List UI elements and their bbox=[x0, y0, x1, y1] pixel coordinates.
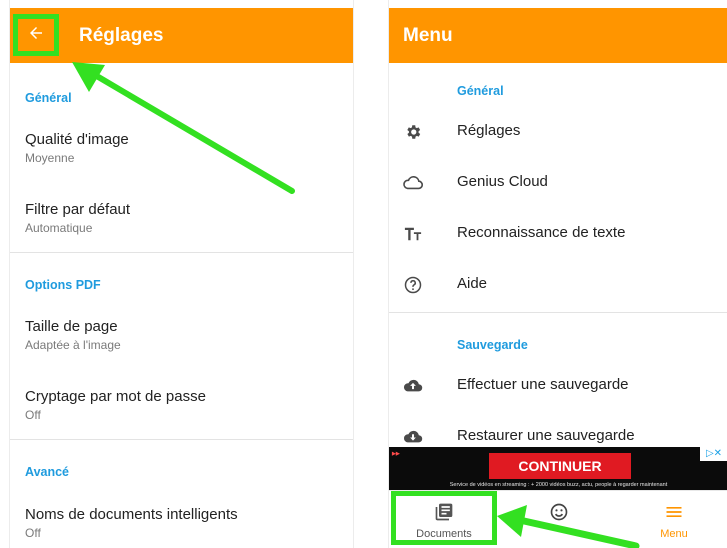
page-title: Menu bbox=[403, 25, 453, 46]
gear-icon bbox=[401, 120, 425, 144]
help-icon bbox=[401, 273, 425, 297]
pref-default-filter[interactable]: Filtre par défaut Automatique bbox=[25, 201, 343, 235]
smiley-icon bbox=[504, 502, 614, 522]
menu-item-label: Genius Cloud bbox=[457, 173, 548, 190]
documents-highlight-box bbox=[391, 491, 497, 545]
menu-item-make-backup[interactable]: Effectuer une sauvegarde bbox=[389, 364, 727, 408]
menu-item-label: Restaurer une sauvegarde bbox=[457, 427, 635, 444]
pref-page-size[interactable]: Taille de page Adaptée à l'image bbox=[25, 318, 343, 352]
menu-app-bar: Menu bbox=[389, 8, 727, 63]
menu-item-label: Reconnaissance de texte bbox=[457, 224, 626, 241]
menu-item-settings[interactable]: Réglages bbox=[389, 110, 727, 154]
menu-item-text-recognition[interactable]: Reconnaissance de texte bbox=[389, 212, 727, 256]
cloud-icon bbox=[401, 171, 425, 195]
nav-menu[interactable]: Menu bbox=[619, 491, 727, 548]
menu-screen: Menu Général Réglages Genius Cloud Recon… bbox=[388, 0, 727, 548]
nav-smiley[interactable] bbox=[504, 491, 614, 548]
divider bbox=[10, 252, 353, 253]
nav-label: Menu bbox=[660, 528, 688, 540]
ad-fineprint: Service de vidéos en streaming : + 2000 … bbox=[449, 482, 668, 488]
pref-title: Taille de page bbox=[25, 318, 118, 335]
pref-title: Cryptage par mot de passe bbox=[25, 388, 206, 405]
menu-item-label: Réglages bbox=[457, 122, 521, 139]
pref-title: Noms de documents intelligents bbox=[25, 506, 238, 523]
text-recognition-icon bbox=[401, 222, 425, 246]
menu-item-label: Effectuer une sauvegarde bbox=[457, 376, 629, 393]
pref-value: Moyenne bbox=[25, 151, 75, 165]
ad-banner[interactable]: ▶▶ CONTINUER Service de vidéos en stream… bbox=[389, 447, 727, 490]
pref-value: Off bbox=[25, 526, 41, 540]
cloud-upload-icon bbox=[401, 374, 425, 398]
pref-title: Filtre par défaut bbox=[25, 201, 131, 218]
settings-app-bar: Réglages bbox=[10, 8, 353, 63]
ad-choices-icon[interactable]: ▷✕ bbox=[700, 447, 727, 461]
pref-value: Automatique bbox=[25, 221, 93, 235]
page-title: Réglages bbox=[79, 25, 164, 46]
settings-screen: Réglages Général Qualité d'image Moyenne… bbox=[9, 0, 354, 548]
ad-logo: ▶▶ bbox=[392, 451, 400, 457]
pref-password-encryption[interactable]: Cryptage par mot de passe Off bbox=[25, 388, 343, 422]
section-label-pdf-options: Options PDF bbox=[25, 278, 101, 292]
cloud-download-icon bbox=[401, 425, 425, 449]
pref-smart-document-names[interactable]: Noms de documents intelligents Off bbox=[25, 506, 343, 540]
section-label-general: Général bbox=[25, 91, 72, 105]
divider bbox=[10, 439, 353, 440]
pref-image-quality[interactable]: Qualité d'image Moyenne bbox=[25, 131, 343, 165]
menu-item-genius-cloud[interactable]: Genius Cloud bbox=[389, 161, 727, 205]
menu-item-label: Aide bbox=[457, 275, 488, 292]
arrow-left-icon bbox=[27, 24, 45, 47]
section-label-general: Général bbox=[457, 84, 504, 98]
ad-continue-button[interactable]: CONTINUER bbox=[489, 453, 631, 479]
hamburger-icon bbox=[619, 502, 727, 522]
pref-value: Adaptée à l'image bbox=[25, 338, 121, 352]
back-button[interactable] bbox=[13, 14, 59, 56]
divider bbox=[389, 312, 727, 313]
pref-title: Qualité d'image bbox=[25, 131, 129, 148]
pref-value: Off bbox=[25, 408, 41, 422]
menu-item-help[interactable]: Aide bbox=[389, 263, 727, 307]
section-label-backup: Sauvegarde bbox=[457, 338, 528, 352]
section-label-advanced: Avancé bbox=[25, 465, 70, 479]
